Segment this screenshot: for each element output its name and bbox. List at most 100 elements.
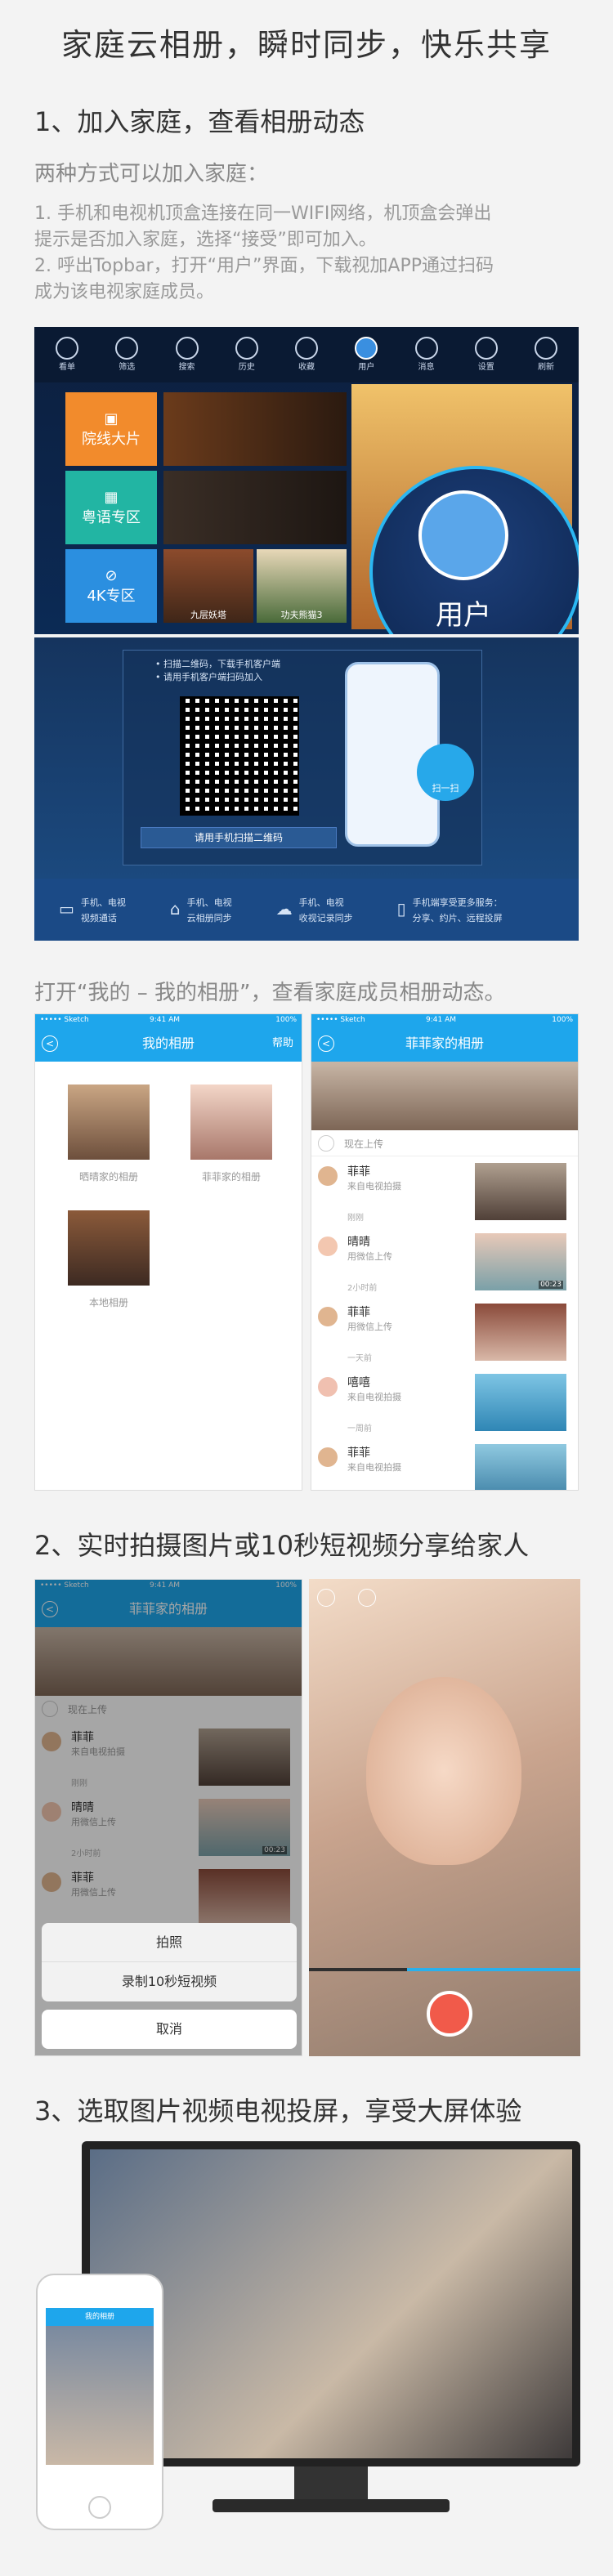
poster-3[interactable]: 九层妖塔	[163, 549, 253, 623]
tv-menu-history[interactable]: 历史	[222, 337, 271, 372]
tile-4k[interactable]: ⊘ 4K专区	[65, 549, 157, 623]
feature-cloud-album: ⌂ 手机、电视 云相册同步	[169, 897, 232, 924]
tv-menu-search[interactable]: 搜索	[163, 337, 212, 372]
mini-phone-header: 我的相册	[46, 2308, 154, 2326]
album-cover-2[interactable]	[190, 1085, 272, 1160]
tv-menu-watchlist[interactable]: 看单	[43, 337, 92, 372]
tv-menu-user[interactable]: 用户	[342, 337, 391, 372]
flip-camera-icon[interactable]	[358, 1589, 376, 1607]
cancel-button[interactable]: 取消	[42, 2010, 297, 2049]
qr-button[interactable]: 请用手机扫描二维码	[141, 827, 337, 848]
cloud-icon: ☁	[275, 899, 293, 919]
poster-4[interactable]: 功夫熊猫3	[257, 549, 347, 623]
filter-icon	[115, 337, 139, 360]
user-avatar-icon	[418, 490, 508, 580]
family-banner-photo	[311, 1062, 578, 1130]
tv-home-screen: 看单 筛选 搜索 历史 收藏 用户 消息 设置 刷新 ▣ 院线大片 ▦ 粤语专区 ⊘…	[34, 327, 579, 634]
feature-mobile-services: ▯ 手机端享受更多服务： 分享、约片、远程投屏	[396, 897, 503, 924]
tile-cantonese[interactable]: ▦ 粤语专区	[65, 471, 157, 544]
poster-1[interactable]	[163, 392, 347, 466]
star-icon	[295, 337, 318, 360]
mini-phone-photo	[46, 2326, 154, 2465]
tile-cinema[interactable]: ▣ 院线大片	[65, 392, 157, 466]
tv-menu-filter[interactable]: 筛选	[102, 337, 151, 372]
feature-history-sync: ☁ 手机、电视 收视记录同步	[275, 897, 353, 924]
help-link[interactable]: 帮助	[272, 1026, 293, 1062]
poster-2[interactable]	[163, 471, 347, 544]
section1b-caption: 打开“我的 – 我的相册”，查看家庭成员相册动态。	[34, 981, 506, 1005]
feed-item[interactable]: 晴晴 用微信上传 2小时前 00:23	[311, 1228, 573, 1299]
avatar	[318, 1166, 338, 1186]
message-icon	[414, 337, 438, 360]
section1-subtitle: 两种方式可以加入家庭：	[34, 162, 269, 186]
user-zoom-label: 用户	[436, 599, 491, 632]
feed-item[interactable]: 菲菲 来自电视拍摄	[311, 1439, 573, 1490]
back-icon[interactable]	[317, 1589, 335, 1607]
cantonese-icon: ▦	[104, 488, 119, 506]
home-button[interactable]	[88, 2496, 111, 2519]
section2-title: 2、实时拍摄图片或10秒短视频分享给家人	[34, 1530, 530, 1561]
phone-header: < 我的相册 帮助	[35, 1026, 302, 1062]
album-cover-3[interactable]	[68, 1210, 150, 1286]
tv-menu-settings[interactable]: 设置	[462, 337, 511, 372]
4k-icon: ⊘	[105, 566, 118, 584]
tv-topbar: 看单 筛选 搜索 历史 收藏 用户 消息 设置 刷新	[34, 327, 579, 382]
search-icon	[175, 337, 199, 360]
phone-my-album: ••••• Sketch 9:41 AM 100% < 我的相册 帮助 晒晴家的相册 菲…	[34, 1013, 302, 1491]
phone-header: < 菲菲家的相册	[311, 1026, 578, 1062]
tv-menu-favorites[interactable]: 收藏	[282, 337, 331, 372]
list-icon	[56, 337, 78, 360]
tv-stand-neck	[294, 2466, 368, 2499]
record-progress-fill	[407, 1968, 580, 1971]
feed-thumb	[475, 1304, 566, 1361]
avatar	[318, 1377, 338, 1397]
album-name-2: 菲菲家的相册	[201, 1171, 261, 1183]
film-icon: ▣	[104, 409, 119, 427]
tv-menu-refresh[interactable]: 刷新	[521, 337, 570, 372]
feed-item[interactable]: 菲菲 来自电视拍摄 刚刚	[311, 1158, 573, 1228]
record-video-button[interactable]: 录制10秒短视频	[42, 1962, 297, 2001]
status-bar: ••••• Sketch 9:41 AM 100%	[311, 1014, 578, 1026]
feed-thumb	[475, 1374, 566, 1431]
take-photo-button[interactable]: 拍照	[42, 1923, 297, 1962]
section1-line2: 提示是否加入家庭，选择“接受”即可加入。	[34, 230, 377, 250]
qr-code	[180, 696, 299, 816]
qr-tip-2: • 请用手机客户端扫码加入	[155, 672, 262, 682]
user-icon	[355, 337, 378, 360]
qr-tip-1: • 扫描二维码，下载手机客户端	[155, 659, 280, 669]
tv-stand-base	[213, 2499, 450, 2512]
page-title: 家庭云相册，瞬时同步，快乐共享	[60, 27, 552, 63]
section3-title: 3、选取图片视频电视投屏，享受大屏体验	[34, 2095, 522, 2127]
tv-qr-screen: • 扫描二维码，下载手机客户端 • 请用手机客户端扫码加入 请用手机扫描二维码 …	[34, 637, 579, 879]
album-name-1: 晒晴家的相册	[78, 1171, 138, 1183]
album-name-3: 本地相册	[88, 1297, 128, 1308]
avatar	[318, 1237, 338, 1256]
scan-button[interactable]: 扫一扫	[417, 744, 474, 801]
camera-icon	[318, 1135, 334, 1152]
section1-line3: 2. 呼出Topbar，打开“用户”界面，下载视加APP通过扫码	[34, 256, 494, 276]
album-cover-1[interactable]	[68, 1085, 150, 1160]
back-icon[interactable]: <	[42, 1035, 58, 1052]
phone-capture-sheet: ••••• Sketch 9:41 AM 100% < 菲菲家的相册 现在上传 菲菲来…	[34, 1579, 302, 2056]
tv-feature-bar: ▭ 手机、电视 视频通话 ⌂ 手机、电视 云相册同步 ☁ 手机、电视 收视记录同步 ▯ 手机端…	[34, 879, 579, 941]
feed-item[interactable]: 菲菲 用微信上传 一天前	[311, 1299, 573, 1369]
history-icon	[235, 337, 258, 360]
gear-icon	[474, 337, 498, 360]
record-button[interactable]	[427, 1991, 472, 2037]
tv-menu-messages[interactable]: 消息	[402, 337, 451, 372]
phone-icon: ▯	[396, 899, 406, 919]
section1-line1: 1. 手机和电视机顶盒连接在同一WIFI网络，机顶盒会弹出	[34, 203, 492, 224]
avatar	[318, 1307, 338, 1326]
feed-item[interactable]: 嘻嘻 来自电视拍摄 一周前	[311, 1369, 573, 1439]
home-icon: ⌂	[169, 899, 181, 919]
phone-family-album: ••••• Sketch 9:41 AM 100% < 菲菲家的相册 现在上传 菲菲来…	[311, 1013, 579, 1491]
action-sheet: 拍照 录制10秒短视频	[42, 1923, 297, 2001]
refresh-icon	[535, 337, 557, 360]
video-duration: 00:23	[539, 1281, 563, 1289]
section1-title: 1、加入家庭，查看相册动态	[34, 106, 365, 137]
feed-thumb	[475, 1163, 566, 1220]
feed-thumb: 00:23	[475, 1233, 566, 1290]
avatar	[318, 1447, 338, 1467]
upload-row[interactable]: 现在上传	[311, 1130, 578, 1156]
back-icon[interactable]: <	[318, 1035, 334, 1052]
